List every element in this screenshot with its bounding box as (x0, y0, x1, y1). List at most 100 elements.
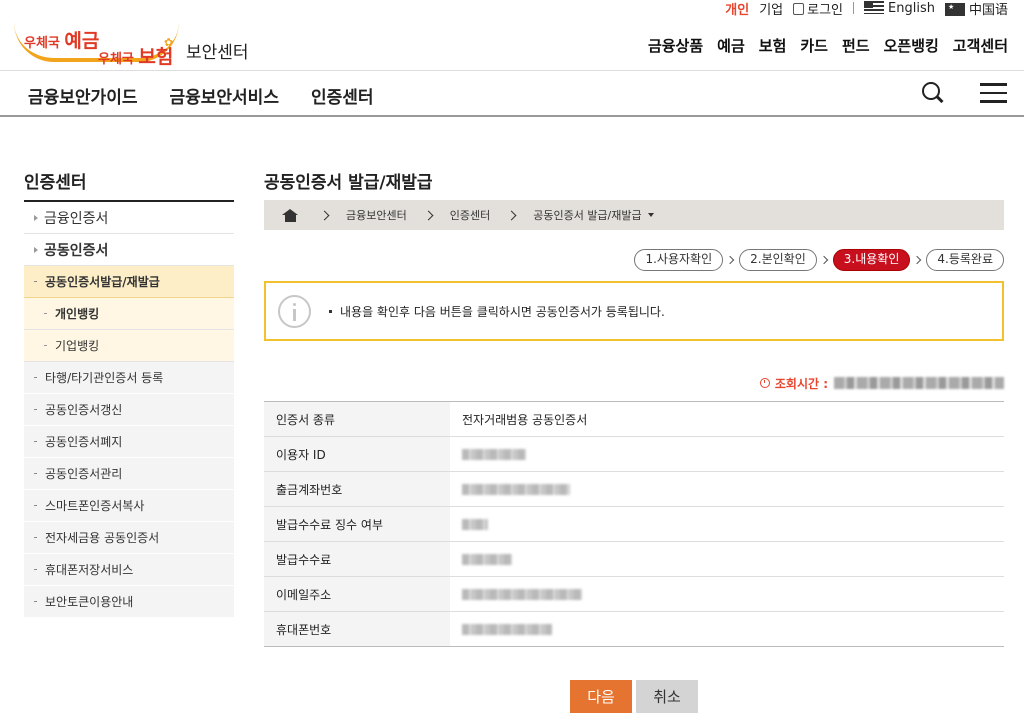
sidebar-item-smartphone-copy[interactable]: 스마트폰인증서복사 (24, 490, 234, 522)
dash-icon (34, 537, 37, 538)
table-label: 휴대폰번호 (264, 611, 450, 647)
main-content: 공동인증서 발급/재발급 금융보안센터 인증센터 공동인증서 발급/재발급 1.… (264, 168, 1004, 713)
breadcrumb-item[interactable]: 금융보안센터 (346, 207, 407, 223)
logo-subtitle: 보안센터 (186, 43, 249, 63)
chevron-right-icon (913, 255, 922, 265)
sidebar: 인증센터 금융인증서 공동인증서 공동인증서발급/재발급 개인뱅킹 기업뱅킹 타… (24, 168, 234, 618)
notice-text: 내용을 확인후 다음 버튼을 클릭하시면 공동인증서가 등록됩니다. (329, 303, 665, 320)
sidebar-item-other-bank[interactable]: 타행/타기관인증서 등록 (24, 362, 234, 394)
gnb-item[interactable]: 보험 (759, 35, 787, 56)
dash-icon (34, 569, 37, 570)
sidebar-item-e-tax[interactable]: 전자세금용 공동인증서 (24, 522, 234, 554)
gnb-item[interactable]: 고객센터 (953, 35, 1008, 56)
breadcrumb-current[interactable]: 공동인증서 발급/재발급 (533, 207, 641, 223)
chevron-right-icon (506, 210, 517, 220)
dash-icon (44, 313, 47, 314)
util-corp-link[interactable]: 기업 (759, 0, 783, 18)
table-value (450, 611, 1004, 647)
gnb-item[interactable]: 오픈뱅킹 (884, 35, 939, 56)
masked-value (834, 377, 1004, 389)
table-row: 이용자 ID (264, 436, 1004, 472)
chevron-right-icon (725, 255, 735, 265)
sidebar-item-manage[interactable]: 공동인증서관리 (24, 458, 234, 490)
chevron-right-icon (319, 210, 330, 220)
table-row: 출금계좌번호 (264, 471, 1004, 507)
gnb-item[interactable]: 예금 (717, 35, 745, 56)
china-flag-icon (944, 2, 965, 16)
sidebar-item-joint-cert[interactable]: 공동인증서 (24, 234, 234, 266)
triangle-icon (34, 246, 38, 253)
table-value (450, 471, 1004, 507)
table-value: 전자거래범용 공동인증서 (450, 401, 1004, 437)
caret-down-icon[interactable] (647, 213, 654, 217)
cancel-button[interactable]: 취소 (636, 680, 698, 713)
masked-value (462, 589, 582, 600)
action-buttons: 다음 취소 (570, 680, 698, 713)
dash-icon (34, 601, 37, 602)
sidebar-item-security-token[interactable]: 보안토큰이용안내 (24, 586, 234, 618)
query-time-label: 조회시간 : (774, 376, 828, 391)
chevron-right-icon (819, 255, 828, 265)
sidebar-item-issue[interactable]: 공동인증서발급/재발급 (24, 266, 234, 298)
gnb-item[interactable]: 펀드 (842, 35, 870, 56)
step-indicator: 1.사용자확인 2.본인확인 3.내용확인 4.등록완료 (264, 248, 1004, 272)
step-3-current: 3.내용확인 (832, 249, 911, 271)
table-value (450, 576, 1004, 612)
sidebar-item-corp-banking[interactable]: 기업뱅킹 (24, 330, 234, 362)
dash-icon (34, 281, 37, 282)
step-4: 4.등록완료 (926, 249, 1004, 271)
step-1: 1.사용자확인 (634, 249, 724, 271)
util-login-link[interactable]: 로그인 (793, 0, 843, 18)
util-personal-link[interactable]: 개인 (725, 0, 749, 18)
masked-value (462, 519, 488, 530)
util-chinese-link[interactable]: 中国语 (944, 0, 1008, 18)
table-row: 발급수수료 징수 여부 (264, 506, 1004, 542)
logo-flower-icon: ✿ (164, 36, 174, 49)
gnb-item[interactable]: 금융상품 (648, 35, 703, 56)
table-label: 발급수수료 징수 여부 (264, 506, 450, 542)
table-label: 이메일주소 (264, 576, 450, 612)
query-time: 조회시간 : (264, 373, 1004, 393)
hamburger-menu-icon[interactable] (980, 83, 1007, 103)
sidebar-item-revoke[interactable]: 공동인증서폐지 (24, 426, 234, 458)
nav-security-service[interactable]: 금융보안서비스 (169, 83, 278, 108)
security-nav: 금융보안가이드 금융보안서비스 인증센터 (0, 70, 1024, 117)
notice-box: 내용을 확인후 다음 버튼을 클릭하시면 공동인증서가 등록됩니다. (264, 281, 1004, 341)
dash-icon (34, 505, 37, 506)
breadcrumb: 금융보안센터 인증센터 공동인증서 발급/재발급 (264, 200, 1004, 230)
util-english-link[interactable]: English (864, 0, 935, 16)
search-icon[interactable] (922, 82, 944, 104)
sidebar-title: 인증센터 (24, 168, 234, 202)
info-icon (278, 294, 311, 328)
masked-value (462, 554, 512, 565)
lock-icon (793, 2, 805, 15)
table-row: 이메일주소 (264, 576, 1004, 612)
nav-certificate-center[interactable]: 인증센터 (311, 83, 374, 108)
table-value (450, 436, 1004, 472)
site-logo[interactable]: 우체국 예금 우체국 보험 ✿ 보안센터 (14, 14, 254, 68)
dash-icon (34, 473, 37, 474)
table-label: 인증서 종류 (264, 401, 450, 437)
home-icon[interactable] (282, 208, 299, 222)
table-value (450, 541, 1004, 577)
table-label: 이용자 ID (264, 436, 450, 472)
nav-security-guide[interactable]: 금융보안가이드 (28, 83, 137, 108)
chevron-right-icon (423, 210, 434, 220)
sidebar-item-financial-cert[interactable]: 금융인증서 (24, 202, 234, 234)
page-title: 공동인증서 발급/재발급 (264, 173, 433, 193)
sidebar-item-personal-banking[interactable]: 개인뱅킹 (24, 298, 234, 330)
triangle-icon (34, 214, 38, 221)
step-2: 2.본인확인 (739, 249, 817, 271)
breadcrumb-item[interactable]: 인증센터 (450, 207, 490, 223)
table-value (450, 506, 1004, 542)
logo-savings: 우체국 예금 (24, 30, 100, 52)
global-nav: 금융상품 예금 보험 카드 펀드 오픈뱅킹 고객센터 (648, 35, 1008, 56)
table-row: 발급수수료 (264, 541, 1004, 577)
masked-value (462, 624, 552, 635)
sidebar-item-phone-storage[interactable]: 휴대폰저장서비스 (24, 554, 234, 586)
next-button[interactable]: 다음 (570, 680, 632, 713)
sidebar-item-renew[interactable]: 공동인증서갱신 (24, 394, 234, 426)
bullet-icon (329, 309, 332, 313)
gnb-item[interactable]: 카드 (800, 35, 828, 56)
masked-value (462, 484, 570, 495)
